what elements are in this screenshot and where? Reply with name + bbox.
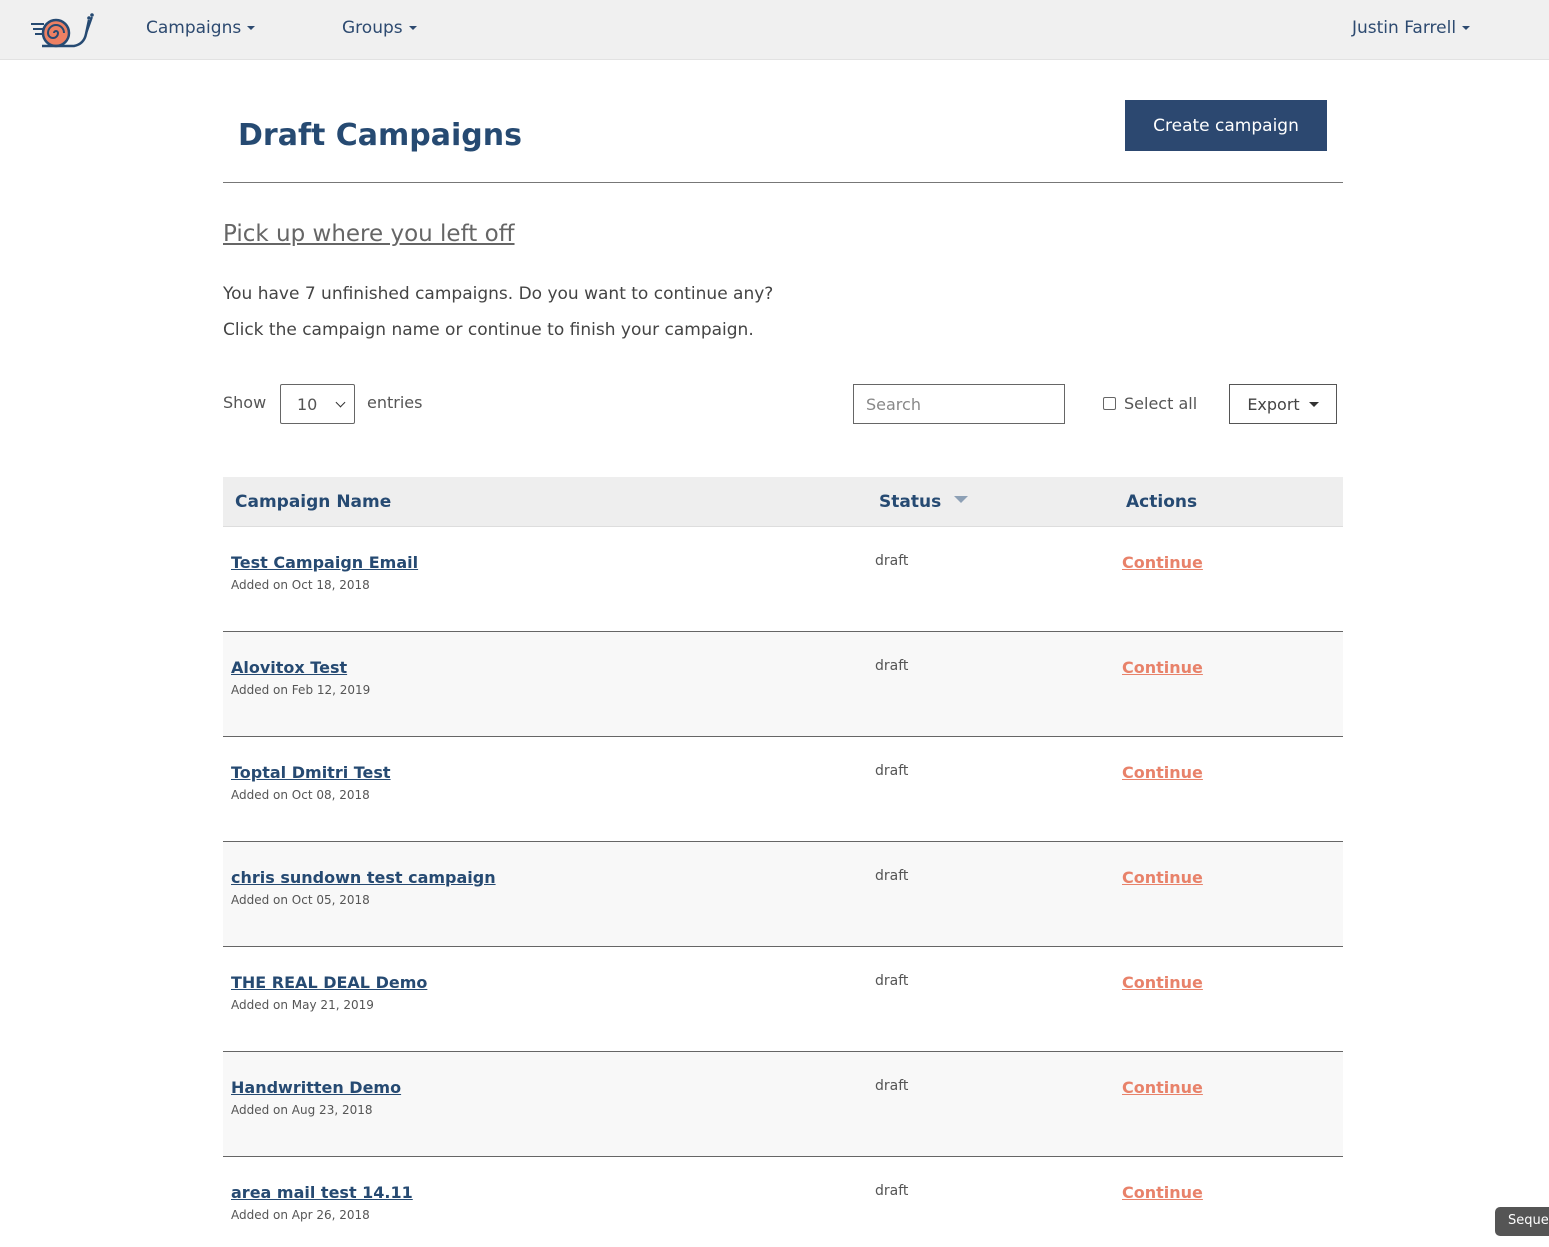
campaigns-table: Campaign Name Status Actions Test Campai… bbox=[223, 477, 1343, 1247]
campaign-added-date: Added on Aug 23, 2018 bbox=[231, 1103, 373, 1117]
campaign-added-date: Added on Feb 12, 2019 bbox=[231, 683, 371, 697]
table-row: area mail test 14.11 Added on Apr 26, 20… bbox=[223, 1157, 1343, 1247]
caret-down-icon bbox=[1462, 26, 1471, 30]
campaign-name-link[interactable]: THE REAL DEAL Demo bbox=[231, 973, 427, 992]
chevron-down-icon bbox=[335, 397, 346, 407]
sequence-tooltip-tab[interactable]: Seque bbox=[1495, 1207, 1549, 1236]
column-header-status[interactable]: Status bbox=[879, 492, 941, 512]
campaign-added-date: Added on Apr 26, 2018 bbox=[231, 1208, 370, 1222]
nav-campaigns-dropdown[interactable]: Campaigns bbox=[146, 18, 256, 38]
export-dropdown-button[interactable]: Export bbox=[1229, 384, 1337, 424]
section-subtitle-link[interactable]: Pick up where you left off bbox=[223, 221, 515, 247]
campaign-name-link[interactable]: Alovitox Test bbox=[231, 658, 347, 677]
user-name-label: Justin Farrell bbox=[1352, 18, 1457, 38]
campaign-status: draft bbox=[875, 553, 909, 569]
campaign-name-link[interactable]: chris sundown test campaign bbox=[231, 868, 496, 887]
create-campaign-button[interactable]: Create campaign bbox=[1125, 100, 1327, 151]
select-all-control[interactable]: Select all bbox=[1103, 394, 1197, 413]
column-header-campaign-name[interactable]: Campaign Name bbox=[235, 492, 391, 512]
campaign-name-link[interactable]: Toptal Dmitri Test bbox=[231, 763, 391, 782]
nav-groups-dropdown[interactable]: Groups bbox=[342, 18, 417, 38]
top-navbar: Campaigns Groups Justin Farrell bbox=[0, 0, 1549, 60]
continue-link[interactable]: Continue bbox=[1122, 1078, 1203, 1097]
header-divider bbox=[223, 182, 1343, 183]
show-label: Show bbox=[223, 393, 267, 412]
caret-down-icon bbox=[1308, 401, 1319, 407]
continue-link[interactable]: Continue bbox=[1122, 553, 1203, 572]
campaign-status: draft bbox=[875, 1183, 909, 1199]
campaign-name-link[interactable]: Test Campaign Email bbox=[231, 553, 418, 572]
export-label: Export bbox=[1247, 394, 1300, 414]
campaign-added-date: Added on Oct 08, 2018 bbox=[231, 788, 370, 802]
campaign-name-link[interactable]: Handwritten Demo bbox=[231, 1078, 401, 1097]
table-row: THE REAL DEAL Demo Added on May 21, 2019… bbox=[223, 947, 1343, 1052]
campaign-status: draft bbox=[875, 658, 909, 674]
nav-groups-label: Groups bbox=[342, 18, 403, 38]
campaign-status: draft bbox=[875, 1078, 909, 1094]
search-input[interactable] bbox=[853, 384, 1065, 424]
continue-link[interactable]: Continue bbox=[1122, 658, 1203, 677]
caret-down-icon bbox=[408, 26, 417, 30]
continue-link[interactable]: Continue bbox=[1122, 763, 1203, 782]
table-row: Alovitox Test Added on Feb 12, 2019 draf… bbox=[223, 632, 1343, 737]
campaign-status: draft bbox=[875, 973, 909, 989]
select-all-checkbox[interactable] bbox=[1103, 397, 1116, 410]
table-header: Campaign Name Status Actions bbox=[223, 477, 1343, 527]
caret-down-icon bbox=[247, 26, 256, 30]
sort-desc-icon[interactable] bbox=[954, 496, 968, 503]
campaign-status: draft bbox=[875, 868, 909, 884]
info-text-instructions: Click the campaign name or continue to f… bbox=[223, 320, 754, 340]
nav-campaigns-label: Campaigns bbox=[146, 18, 242, 38]
campaign-added-date: Added on May 21, 2019 bbox=[231, 998, 374, 1012]
table-row: chris sundown test campaign Added on Oct… bbox=[223, 842, 1343, 947]
continue-link[interactable]: Continue bbox=[1122, 868, 1203, 887]
continue-link[interactable]: Continue bbox=[1122, 973, 1203, 992]
page-title: Draft Campaigns bbox=[238, 118, 522, 153]
entries-per-page-select[interactable]: 10 bbox=[280, 384, 355, 424]
user-menu-dropdown[interactable]: Justin Farrell bbox=[1352, 18, 1471, 38]
column-header-actions: Actions bbox=[1126, 492, 1198, 512]
table-row: Handwritten Demo Added on Aug 23, 2018 d… bbox=[223, 1052, 1343, 1157]
select-all-label: Select all bbox=[1124, 394, 1198, 413]
campaign-added-date: Added on Oct 18, 2018 bbox=[231, 578, 370, 592]
campaign-name-link[interactable]: area mail test 14.11 bbox=[231, 1183, 413, 1202]
campaign-added-date: Added on Oct 05, 2018 bbox=[231, 893, 370, 907]
snail-logo-icon[interactable] bbox=[30, 12, 94, 50]
table-row: Test Campaign Email Added on Oct 18, 201… bbox=[223, 527, 1343, 632]
entries-label: entries bbox=[367, 393, 423, 412]
entries-select-value: 10 bbox=[297, 394, 318, 414]
campaign-status: draft bbox=[875, 763, 909, 779]
info-text-unfinished: You have 7 unfinished campaigns. Do you … bbox=[223, 284, 774, 304]
table-row: Toptal Dmitri Test Added on Oct 08, 2018… bbox=[223, 737, 1343, 842]
continue-link[interactable]: Continue bbox=[1122, 1183, 1203, 1202]
